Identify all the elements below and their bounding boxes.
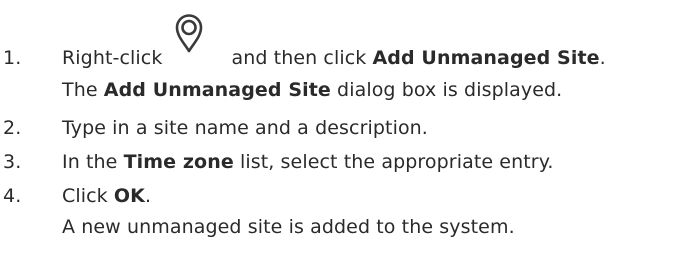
step-number: 1. bbox=[3, 47, 22, 69]
bold-term: OK bbox=[113, 185, 145, 207]
bold-term: Add Unmanaged Site bbox=[372, 47, 600, 69]
step-text: Click OK. bbox=[62, 185, 152, 207]
bold-term: Add Unmanaged Site bbox=[103, 79, 331, 101]
step-text: Type in a site name and a description. bbox=[62, 117, 428, 139]
step-number: 3. bbox=[3, 151, 22, 173]
step-text: In the Time zone list, select the approp… bbox=[62, 151, 554, 173]
location-pin-icon bbox=[175, 13, 203, 53]
step-1-continuation: The Add Unmanaged Site dialog box is dis… bbox=[62, 79, 563, 101]
step-4-continuation: A new unmanaged site is added to the sys… bbox=[62, 216, 515, 238]
step-number: 4. bbox=[3, 185, 22, 207]
step-number: 2. bbox=[3, 117, 22, 139]
bold-term: Time zone bbox=[123, 151, 234, 173]
